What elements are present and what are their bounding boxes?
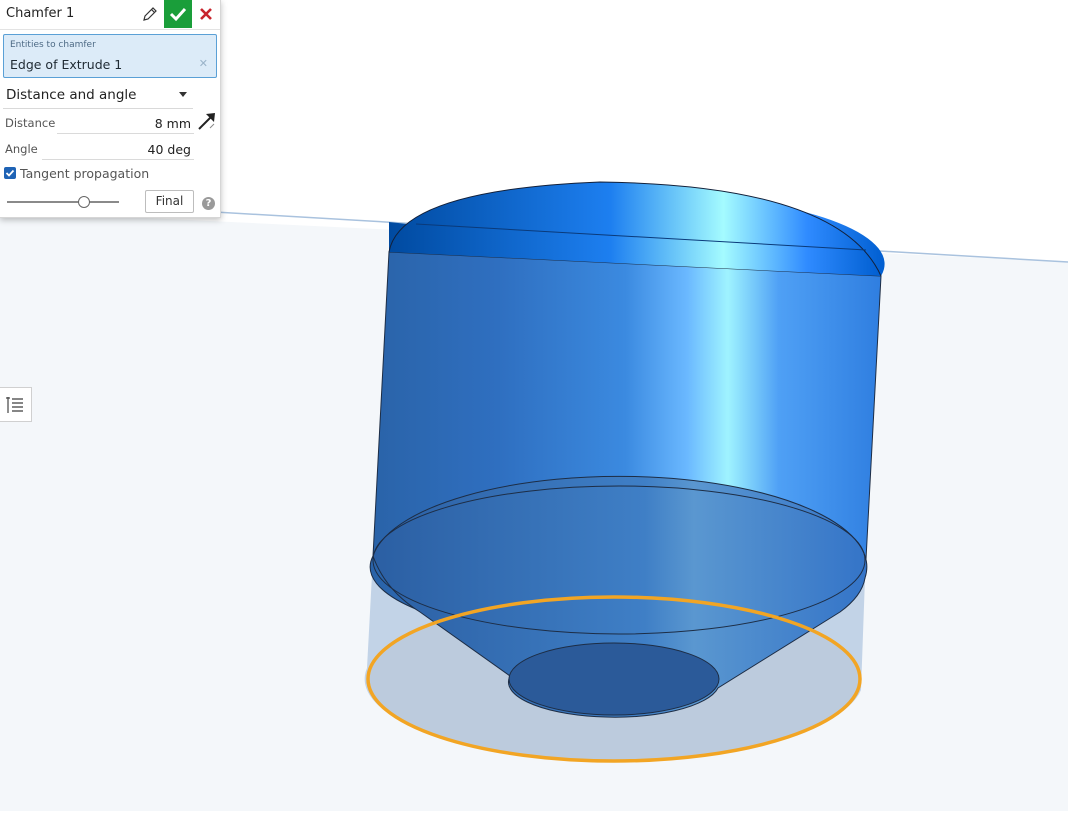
measurement-type-value: Distance and angle [6,87,137,103]
clear-x-icon[interactable]: ✕ [199,57,208,70]
distance-label: Distance [5,116,56,130]
dialog-title: Chamfer 1 [6,6,75,21]
flip-direction-arrow-icon[interactable] [196,110,218,132]
help-icon[interactable]: ? [202,197,215,210]
angle-label: Angle [5,142,38,156]
entities-value[interactable]: Edge of Extrude 1 [10,57,122,72]
chevron-down-icon[interactable] [179,92,187,97]
angle-field[interactable]: Angle 40 deg [0,138,195,160]
tangent-propagation-checkbox[interactable] [4,167,16,179]
distance-value[interactable]: 8 mm [155,116,191,131]
entities-label: Entities to chamfer [10,40,96,50]
angle-value[interactable]: 40 deg [148,142,191,157]
dialog-header: Chamfer 1 [0,0,220,30]
numbered-list-icon [5,395,25,419]
rollback-slider-track[interactable] [7,201,119,203]
entities-selection-box[interactable]: Entities to chamfer Edge of Extrude 1 ✕ [3,34,217,78]
distance-field[interactable]: Distance 8 mm [0,112,195,134]
chamfer-feature-dialog: Chamfer 1 Entities to chamfer Edge of Ex… [0,0,221,218]
close-icon[interactable] [196,4,216,24]
check-icon[interactable] [164,0,192,28]
final-button[interactable]: Final [145,190,194,213]
rollback-slider-thumb[interactable] [78,196,91,208]
pencil-icon[interactable] [140,4,160,24]
bottom-face [508,642,720,716]
feature-list-toggle[interactable] [0,387,32,422]
tangent-propagation-label[interactable]: Tangent propagation [20,166,149,181]
measurement-type-dropdown[interactable]: Distance and angle [3,84,193,109]
